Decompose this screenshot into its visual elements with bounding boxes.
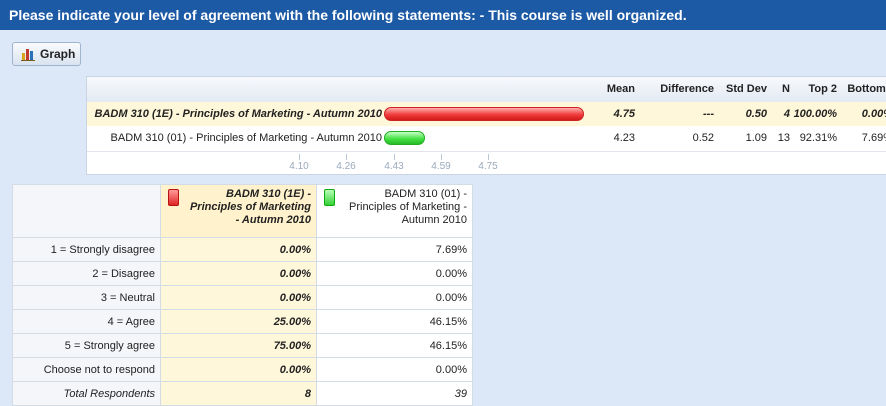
col-difference: Difference [660, 83, 714, 95]
std-dev-value: 1.09 [745, 132, 767, 144]
difference-value: 0.52 [692, 132, 714, 144]
graph-button[interactable]: Graph [12, 42, 81, 66]
n-value: 4 [783, 108, 790, 120]
col1-header-text: BADM 310 (1E) - Principles of Marketing … [189, 188, 311, 226]
col2-header: BADM 310 (01) - Principles of Marketing … [316, 184, 473, 238]
row-label: 5 = Strongly agree [12, 333, 161, 358]
table-row: Choose not to respond 0.00% 0.00% [12, 357, 473, 382]
axis-tick-label: 4.43 [384, 161, 404, 172]
total-row: Total Respondents 8 39 [12, 381, 473, 406]
row-label: 2 = Disagree [12, 261, 161, 286]
col1-value: 0.00% [160, 261, 317, 286]
col2-value: 0.00% [316, 357, 473, 382]
summary-row: BADM 310 (01) - Principles of Marketing … [87, 126, 886, 152]
mean-value: 4.23 [613, 132, 635, 144]
col1-value: 25.00% [160, 309, 317, 334]
col2-value: 46.15% [316, 333, 473, 358]
table-row: 4 = Agree 25.00% 46.15% [12, 309, 473, 334]
summary-header: Mean Difference Std Dev N Top 2 Bottom 2 [87, 77, 886, 103]
top2-value: 92.31% [799, 132, 837, 144]
axis-tick-label: 4.26 [336, 161, 356, 172]
col1-value: 75.00% [160, 333, 317, 358]
axis-tick [394, 154, 395, 160]
table-row: 5 = Strongly agree 75.00% 46.15% [12, 333, 473, 358]
mean-bar [384, 107, 584, 121]
row-label: BADM 310 (01) - Principles of Marketing … [110, 132, 382, 144]
col1-header: BADM 310 (1E) - Principles of Marketing … [160, 184, 317, 238]
col2-total: 39 [316, 381, 473, 406]
table-row: 2 = Disagree 0.00% 0.00% [12, 261, 473, 286]
col1-value: 0.00% [160, 285, 317, 310]
summary-row: BADM 310 (1E) - Principles of Marketing … [87, 102, 886, 127]
axis-tick [299, 154, 300, 160]
red-swatch [168, 189, 179, 206]
col-bottom2: Bottom 2 [847, 83, 886, 95]
green-swatch [324, 189, 335, 206]
col2-value: 0.00% [316, 285, 473, 310]
bottom2-value: 0.00% [861, 108, 886, 120]
table-row: 1 = Strongly disagree 0.00% 7.69% [12, 237, 473, 262]
col-n: N [782, 83, 790, 95]
col-top2: Top 2 [808, 83, 837, 95]
page-title: Please indicate your level of agreement … [0, 0, 886, 30]
n-value: 13 [777, 132, 790, 144]
distribution-table: BADM 310 (1E) - Principles of Marketing … [12, 184, 473, 406]
col2-value: 0.00% [316, 261, 473, 286]
col1-value: 0.00% [160, 237, 317, 262]
bar-axis: 4.10 4.26 4.43 4.59 4.75 [87, 151, 886, 174]
axis-tick [346, 154, 347, 160]
col-std-dev: Std Dev [726, 83, 767, 95]
difference-value: --- [703, 108, 714, 120]
row-label: 1 = Strongly disagree [12, 237, 161, 262]
axis-tick [441, 154, 442, 160]
col-mean: Mean [606, 83, 635, 95]
axis-tick-label: 4.10 [289, 161, 309, 172]
row-label: 4 = Agree [12, 309, 161, 334]
mean-value: 4.75 [613, 108, 635, 120]
graph-button-label: Graph [40, 47, 76, 61]
top2-value: 100.00% [793, 108, 837, 120]
total-label: Total Respondents [12, 381, 161, 406]
mean-bar [384, 131, 425, 145]
axis-tick-label: 4.59 [431, 161, 451, 172]
bottom2-value: 7.69% [861, 132, 886, 144]
row-label: 3 = Neutral [12, 285, 161, 310]
col2-value: 7.69% [316, 237, 473, 262]
col2-value: 46.15% [316, 309, 473, 334]
col1-value: 0.00% [160, 357, 317, 382]
std-dev-value: 0.50 [745, 108, 767, 120]
distribution-header-row: BADM 310 (1E) - Principles of Marketing … [12, 184, 473, 238]
table-row: 3 = Neutral 0.00% 0.00% [12, 285, 473, 310]
summary-table: Mean Difference Std Dev N Top 2 Bottom 2… [86, 76, 886, 175]
axis-tick [488, 154, 489, 160]
bar-chart-icon [21, 49, 35, 61]
row-label: BADM 310 (1E) - Principles of Marketing … [94, 108, 382, 120]
col1-total: 8 [160, 381, 317, 406]
axis-tick-label: 4.75 [478, 161, 498, 172]
empty-header-cell [12, 184, 161, 238]
col2-header-text: BADM 310 (01) - Principles of Marketing … [349, 188, 467, 226]
row-label: Choose not to respond [12, 357, 161, 382]
